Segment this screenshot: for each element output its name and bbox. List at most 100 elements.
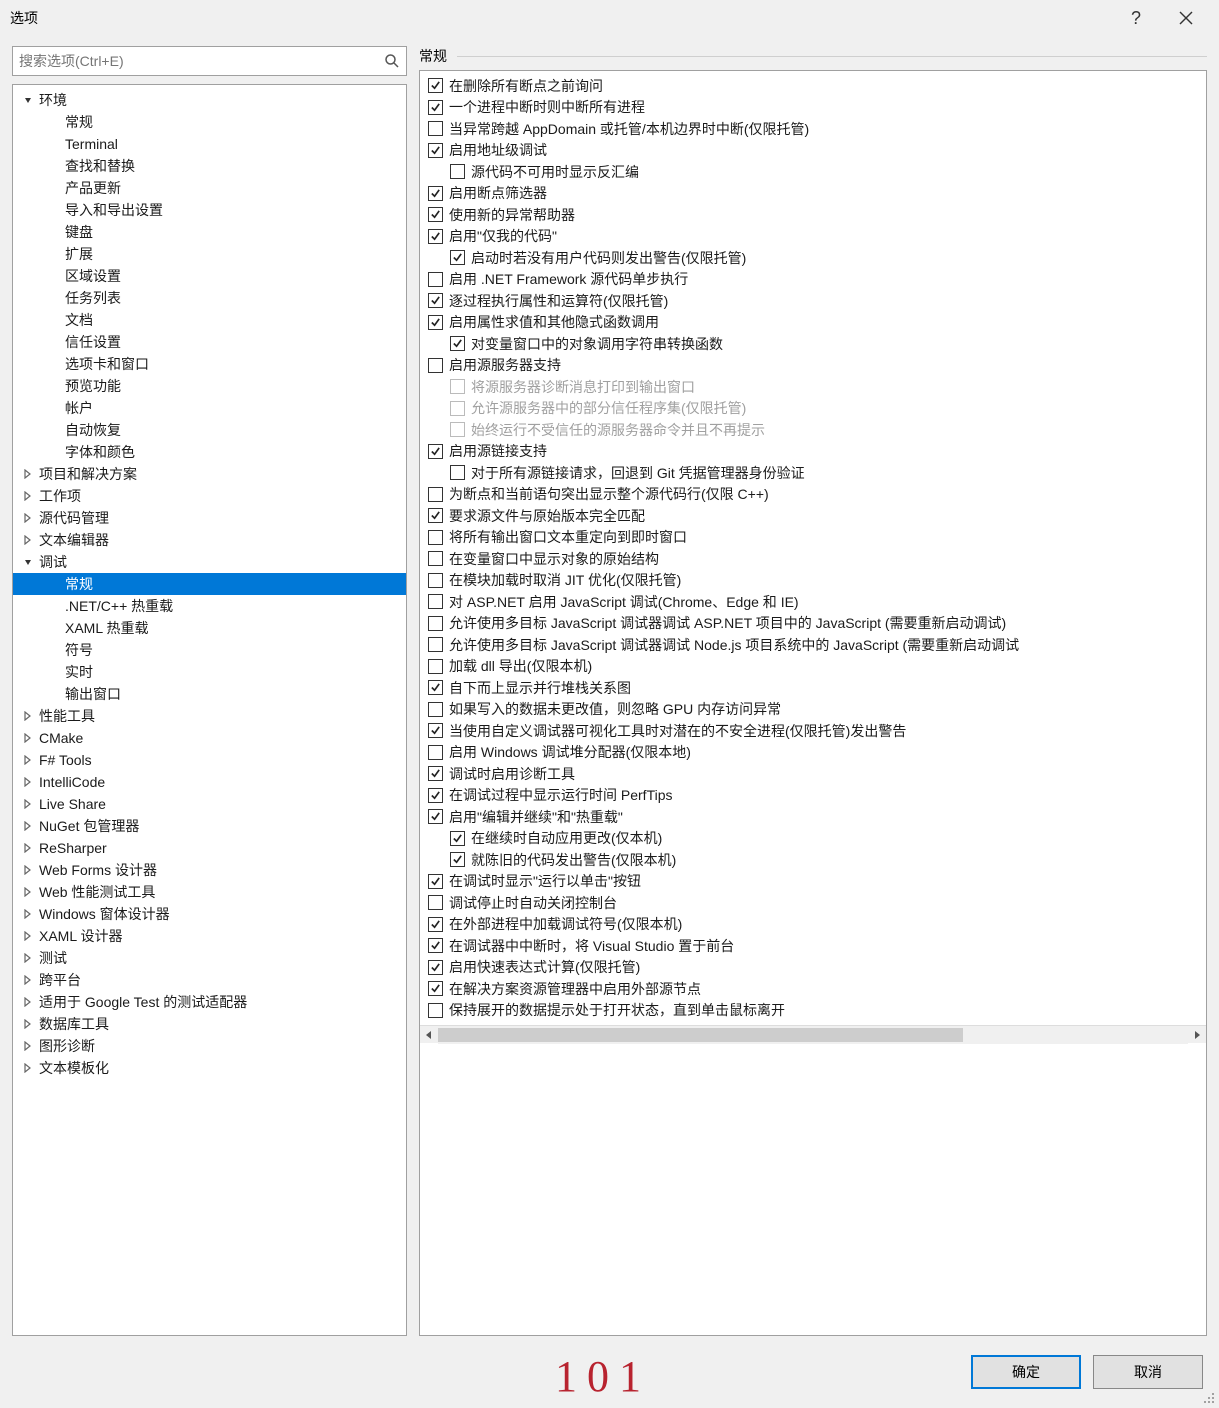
- tree-item[interactable]: ReSharper: [13, 837, 406, 859]
- option-row[interactable]: 对变量窗口中的对象调用字符串转换函数: [420, 333, 1207, 355]
- checkbox[interactable]: [428, 530, 443, 545]
- option-row[interactable]: 启用"仅我的代码": [420, 226, 1207, 248]
- option-row[interactable]: 使用新的异常帮助器: [420, 204, 1207, 226]
- option-row[interactable]: 自下而上显示并行堆栈关系图: [420, 677, 1207, 699]
- option-row[interactable]: 就陈旧的代码发出警告(仅限本机): [420, 849, 1207, 871]
- option-row[interactable]: 启用源链接支持: [420, 441, 1207, 463]
- expand-icon[interactable]: [21, 511, 35, 525]
- tree-item[interactable]: 常规: [13, 573, 406, 595]
- tree-item[interactable]: 图形诊断: [13, 1035, 406, 1057]
- option-row[interactable]: 在删除所有断点之前询问: [420, 75, 1207, 97]
- cancel-button[interactable]: 取消: [1093, 1355, 1203, 1389]
- option-row[interactable]: 对于所有源链接请求，回退到 Git 凭据管理器身份验证: [420, 462, 1207, 484]
- checkbox[interactable]: [428, 444, 443, 459]
- checkbox[interactable]: [428, 573, 443, 588]
- expand-icon[interactable]: [21, 533, 35, 547]
- search-input[interactable]: [19, 53, 384, 69]
- option-row[interactable]: 为断点和当前语句突出显示整个源代码行(仅限 C++): [420, 484, 1207, 506]
- option-row[interactable]: 加载 dll 导出(仅限本机): [420, 656, 1207, 678]
- checkbox[interactable]: [428, 917, 443, 932]
- option-row[interactable]: 当异常跨越 AppDomain 或托管/本机边界时中断(仅限托管): [420, 118, 1207, 140]
- option-row[interactable]: 将所有输出窗口文本重定向到即时窗口: [420, 527, 1207, 549]
- expand-icon[interactable]: [21, 951, 35, 965]
- close-button[interactable]: [1171, 3, 1201, 33]
- expand-icon[interactable]: [21, 1061, 35, 1075]
- checkbox[interactable]: [428, 121, 443, 136]
- checkbox[interactable]: [428, 272, 443, 287]
- option-row[interactable]: 源代码不可用时显示反汇编: [420, 161, 1207, 183]
- tree-item[interactable]: Terminal: [13, 133, 406, 155]
- checkbox[interactable]: [428, 659, 443, 674]
- scroll-right-icon[interactable]: [1188, 1026, 1206, 1044]
- checkbox[interactable]: [428, 315, 443, 330]
- checkbox[interactable]: [428, 358, 443, 373]
- tree-item[interactable]: 符号: [13, 639, 406, 661]
- checkbox[interactable]: [428, 143, 443, 158]
- tree-item[interactable]: 常规: [13, 111, 406, 133]
- tree-item[interactable]: Web Forms 设计器: [13, 859, 406, 881]
- tree-item[interactable]: XAML 设计器: [13, 925, 406, 947]
- option-row[interactable]: 在解决方案资源管理器中启用外部源节点: [420, 978, 1207, 1000]
- expand-icon[interactable]: [21, 907, 35, 921]
- tree-item[interactable]: 测试: [13, 947, 406, 969]
- tree-item[interactable]: 自动恢复: [13, 419, 406, 441]
- tree-item[interactable]: 输出窗口: [13, 683, 406, 705]
- tree-item[interactable]: 性能工具: [13, 705, 406, 727]
- checkbox[interactable]: [428, 895, 443, 910]
- option-row[interactable]: 在调试过程中显示运行时间 PerfTips: [420, 785, 1207, 807]
- category-tree[interactable]: 环境常规Terminal查找和替换产品更新导入和导出设置键盘扩展区域设置任务列表…: [12, 84, 407, 1336]
- checkbox[interactable]: [428, 874, 443, 889]
- option-row[interactable]: 在外部进程中加载调试符号(仅限本机): [420, 914, 1207, 936]
- expand-icon[interactable]: [21, 489, 35, 503]
- tree-item[interactable]: .NET/C++ 热重载: [13, 595, 406, 617]
- tree-item[interactable]: 选项卡和窗口: [13, 353, 406, 375]
- collapse-icon[interactable]: [21, 555, 35, 569]
- options-panel[interactable]: 在删除所有断点之前询问一个进程中断时则中断所有进程当异常跨越 AppDomain…: [419, 70, 1207, 1336]
- checkbox[interactable]: [428, 938, 443, 953]
- checkbox[interactable]: [428, 788, 443, 803]
- checkbox[interactable]: [428, 100, 443, 115]
- scroll-thumb[interactable]: [438, 1028, 963, 1042]
- tree-item[interactable]: 信任设置: [13, 331, 406, 353]
- option-row[interactable]: 启用源服务器支持: [420, 355, 1207, 377]
- option-row[interactable]: 启用快速表达式计算(仅限托管): [420, 957, 1207, 979]
- checkbox[interactable]: [428, 680, 443, 695]
- expand-icon[interactable]: [21, 1039, 35, 1053]
- checkbox[interactable]: [428, 229, 443, 244]
- tree-item[interactable]: 文本模板化: [13, 1057, 406, 1079]
- checkbox[interactable]: [428, 981, 443, 996]
- expand-icon[interactable]: [21, 973, 35, 987]
- tree-item[interactable]: 实时: [13, 661, 406, 683]
- checkbox[interactable]: [428, 745, 443, 760]
- tree-item[interactable]: 预览功能: [13, 375, 406, 397]
- expand-icon[interactable]: [21, 797, 35, 811]
- tree-item[interactable]: 扩展: [13, 243, 406, 265]
- tree-item[interactable]: 键盘: [13, 221, 406, 243]
- tree-item[interactable]: F# Tools: [13, 749, 406, 771]
- option-row[interactable]: 启用地址级调试: [420, 140, 1207, 162]
- expand-icon[interactable]: [21, 467, 35, 481]
- expand-icon[interactable]: [21, 885, 35, 899]
- option-row[interactable]: 对 ASP.NET 启用 JavaScript 调试(Chrome、Edge 和…: [420, 591, 1207, 613]
- option-row[interactable]: 在调试器中中断时，将 Visual Studio 置于前台: [420, 935, 1207, 957]
- option-row[interactable]: 启用断点筛选器: [420, 183, 1207, 205]
- checkbox[interactable]: [428, 616, 443, 631]
- tree-item[interactable]: 数据库工具: [13, 1013, 406, 1035]
- checkbox[interactable]: [428, 1003, 443, 1018]
- option-row[interactable]: 允许使用多目标 JavaScript 调试器调试 Node.js 项目系统中的 …: [420, 634, 1207, 656]
- checkbox[interactable]: [450, 336, 465, 351]
- option-row[interactable]: 保持展开的数据提示处于打开状态，直到单击鼠标离开: [420, 1000, 1207, 1022]
- tree-item[interactable]: 文本编辑器: [13, 529, 406, 551]
- checkbox[interactable]: [428, 508, 443, 523]
- tree-item[interactable]: 跨平台: [13, 969, 406, 991]
- checkbox[interactable]: [428, 723, 443, 738]
- option-row[interactable]: 启用 Windows 调试堆分配器(仅限本地): [420, 742, 1207, 764]
- ok-button[interactable]: 确定: [971, 1355, 1081, 1389]
- option-row[interactable]: 启用属性求值和其他隐式函数调用: [420, 312, 1207, 334]
- checkbox[interactable]: [428, 594, 443, 609]
- expand-icon[interactable]: [21, 995, 35, 1009]
- option-row[interactable]: 当使用自定义调试器可视化工具时对潜在的不安全进程(仅限托管)发出警告: [420, 720, 1207, 742]
- checkbox[interactable]: [450, 465, 465, 480]
- option-row[interactable]: 调试时启用诊断工具: [420, 763, 1207, 785]
- option-row[interactable]: 要求源文件与原始版本完全匹配: [420, 505, 1207, 527]
